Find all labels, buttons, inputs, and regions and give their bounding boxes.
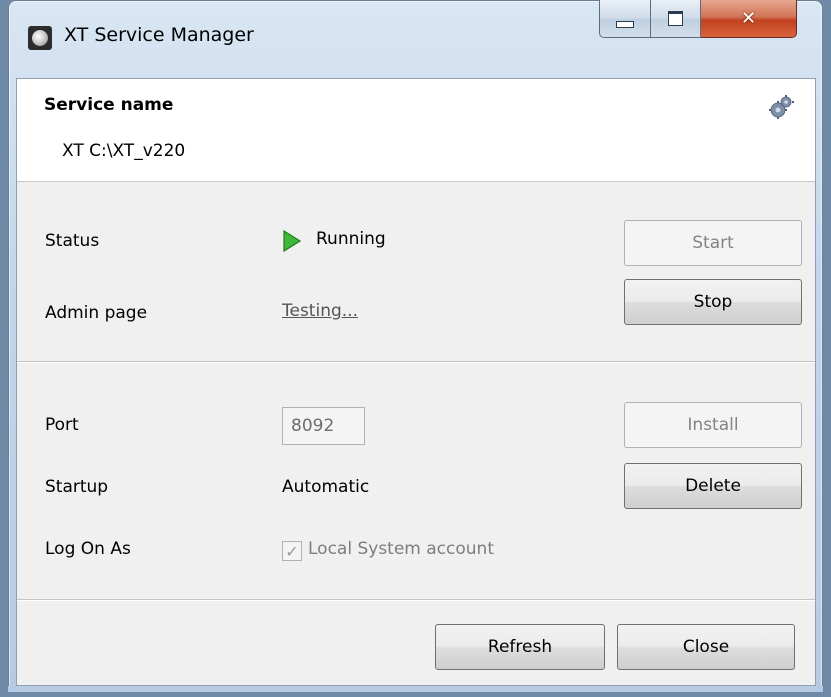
admin-page-label: Admin page [45,303,148,323]
admin-page-link[interactable]: Testing... [282,301,358,321]
caption-buttons: ✕ [599,0,813,42]
minimize-button[interactable] [599,0,651,38]
install-button[interactable]: Install [624,402,802,448]
local-system-checkbox-label: Local System account [308,539,494,559]
close-window-button[interactable]: ✕ [701,0,797,38]
window: XT Service Manager ✕ Service name XT C:\… [0,0,831,697]
title-bar[interactable]: XT Service Manager ✕ [8,0,823,78]
maximize-icon [668,11,683,26]
section-divider [17,361,815,363]
local-system-checkbox[interactable]: ✓ [282,541,302,561]
footer-divider [17,599,815,601]
port-input[interactable] [282,407,365,445]
close-button[interactable]: Close [617,624,795,670]
status-value: Running [316,229,386,249]
checkmark-icon: ✓ [285,541,299,561]
service-name-label: Service name [44,95,174,115]
startup-value: Automatic [282,477,370,497]
delete-button[interactable]: Delete [624,463,802,509]
close-icon: ✕ [740,8,757,29]
dialog-content: Service name XT C:\XT_v220 Status Runnin… [16,78,816,686]
minimize-icon [616,21,634,28]
status-label: Status [45,231,100,251]
stop-button[interactable]: Stop [624,279,802,325]
service-name-value: XT C:\XT_v220 [62,141,186,161]
window-bottom-border [8,686,823,692]
start-button[interactable]: Start [624,220,802,266]
refresh-button[interactable]: Refresh [435,624,605,670]
maximize-button[interactable] [651,0,701,38]
gears-icon[interactable] [767,93,795,121]
logon-label: Log On As [45,539,131,559]
play-icon [283,229,302,253]
header-panel: Service name XT C:\XT_v220 [17,79,815,182]
startup-label: Startup [45,477,109,497]
window-title: XT Service Manager [64,24,254,46]
port-label: Port [45,415,79,435]
app-icon [28,26,52,50]
